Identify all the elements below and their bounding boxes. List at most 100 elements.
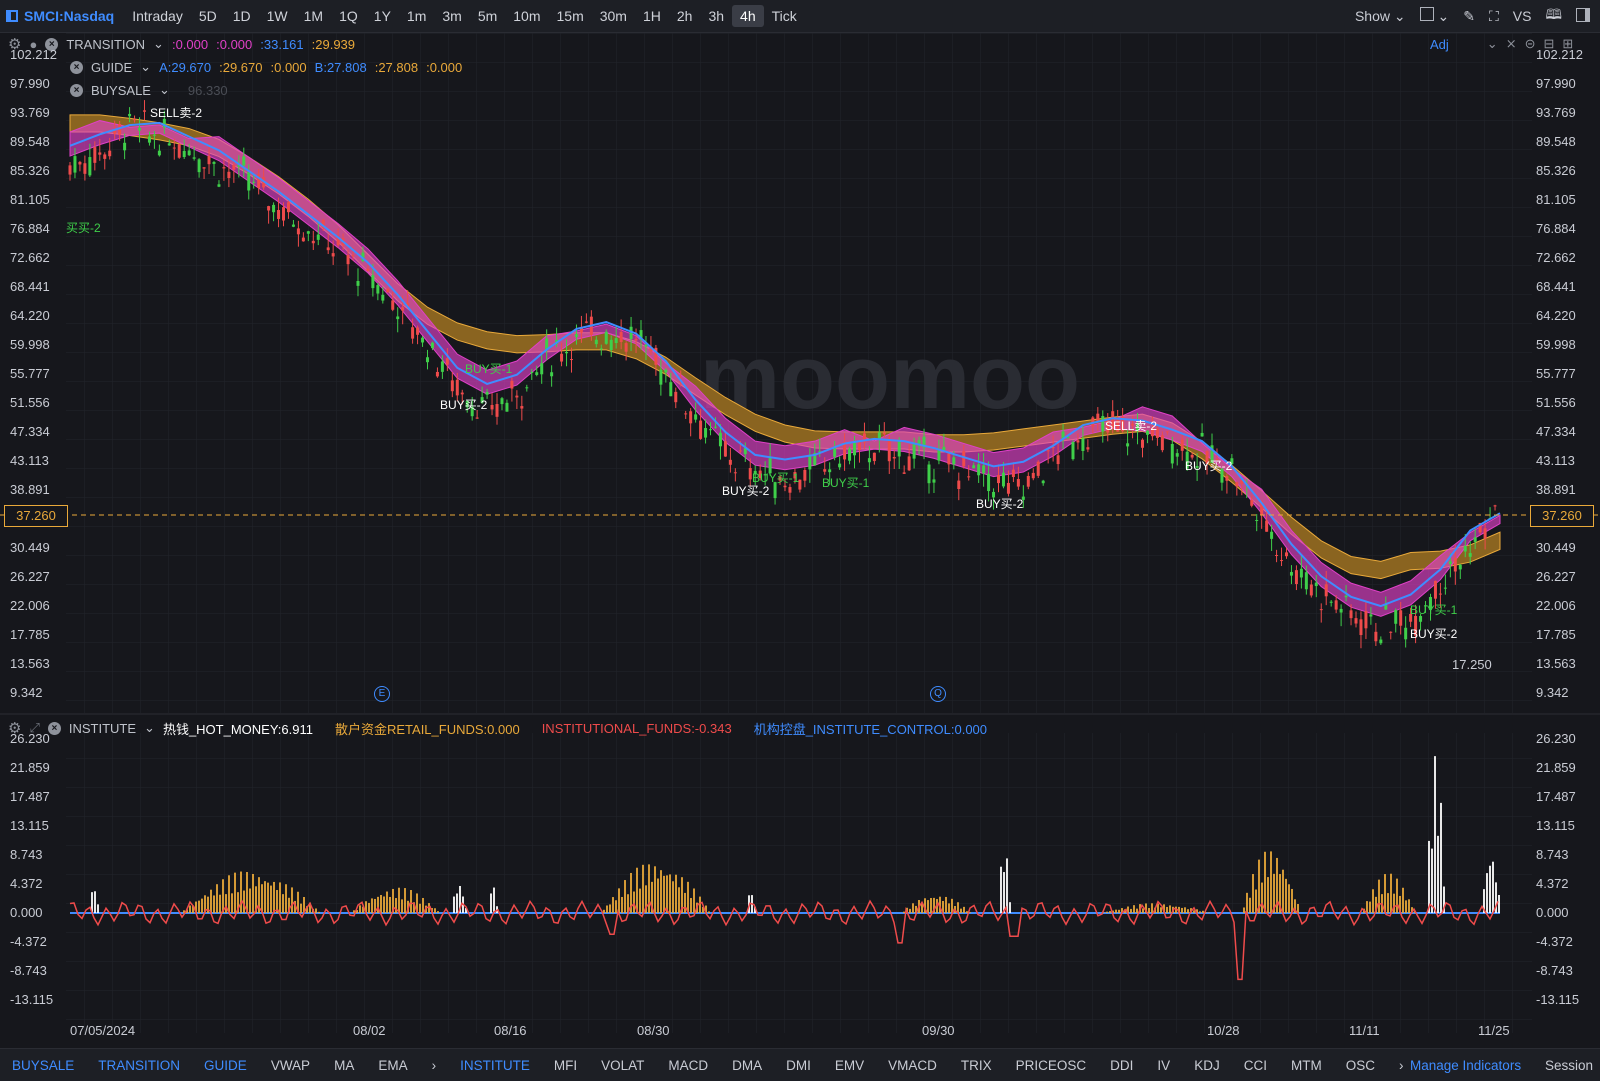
- candle-body: [584, 321, 588, 323]
- indicator-tab[interactable]: BUYSALE: [0, 1058, 86, 1073]
- minimize-icon[interactable]: ⊝: [1525, 36, 1536, 52]
- candle-body: [684, 413, 688, 415]
- fund-bar: [903, 911, 905, 913]
- candle-body: [838, 463, 842, 468]
- fund-bar: [291, 887, 293, 913]
- timeframe-tab[interactable]: 2h: [669, 5, 701, 27]
- guide-z1: :0.000: [270, 59, 307, 75]
- timeframe-tab[interactable]: 3h: [700, 5, 732, 27]
- fund-bar: [1291, 888, 1293, 913]
- indicator-tab[interactable]: VWAP: [259, 1058, 322, 1073]
- indicator-tab[interactable]: CCI: [1232, 1058, 1279, 1073]
- candle-body: [723, 441, 727, 457]
- timeframe-tab[interactable]: 1H: [635, 5, 669, 27]
- panel-icon[interactable]: [1576, 7, 1590, 25]
- chart-type-icon[interactable]: ⨯: [1506, 36, 1517, 52]
- fund-bar: [1109, 911, 1111, 913]
- sidebar-toggle-icon[interactable]: [6, 10, 18, 22]
- institute-control-value: 机构控盘_INSTITUTE_CONTROL:0.000: [753, 721, 988, 737]
- indicator-tab[interactable]: INSTITUTE: [448, 1058, 542, 1073]
- timeframe-tab[interactable]: 15m: [549, 5, 592, 27]
- adj-chevron-icon[interactable]: ⌄: [1487, 36, 1498, 52]
- indicator-tab[interactable]: TRANSITION: [86, 1058, 192, 1073]
- candle-body: [1006, 482, 1010, 494]
- chart-area[interactable]: moomoo ⚙ ● × TRANSITION ⌄ :0.000 :0.000 :…: [0, 33, 1600, 1043]
- indicator-tab[interactable]: MFI: [542, 1058, 589, 1073]
- timeframe-tab[interactable]: 1W: [259, 5, 296, 27]
- indicator-tab[interactable]: GUIDE: [192, 1058, 259, 1073]
- fund-bar: [1440, 802, 1442, 913]
- transition-name[interactable]: TRANSITION: [66, 37, 145, 52]
- compare-button[interactable]: VS: [1513, 8, 1532, 24]
- timeframe-tab[interactable]: 1D: [225, 5, 259, 27]
- timeframe-tab[interactable]: 5D: [191, 5, 225, 27]
- indicator-tab[interactable]: DDI: [1098, 1058, 1145, 1073]
- indicator-tab[interactable]: VOLAT: [589, 1058, 656, 1073]
- timeframe-tab[interactable]: 1M: [296, 5, 331, 27]
- indicator-tab[interactable]: EMA: [366, 1058, 419, 1073]
- candle-body: [1339, 608, 1343, 613]
- timeframe-tab[interactable]: 10m: [505, 5, 548, 27]
- fullscreen-icon[interactable]: ⛶: [1489, 8, 1499, 25]
- timeframe-tab[interactable]: 1Y: [366, 5, 399, 27]
- adj-dropdown[interactable]: Adj: [1430, 37, 1449, 52]
- indicator-tab[interactable]: PRICEOSC: [1004, 1058, 1099, 1073]
- indicator-tab[interactable]: TRIX: [949, 1058, 1004, 1073]
- event-marker-icon[interactable]: Q: [930, 686, 946, 702]
- indicator-tab[interactable]: KDJ: [1182, 1058, 1232, 1073]
- signal-label: SELL卖-2: [150, 106, 203, 120]
- main-chart-svg[interactable]: moomoo: [0, 33, 1600, 1043]
- price-tick-label: 64.220: [10, 308, 50, 323]
- manage-indicators-button[interactable]: Manage Indicators: [1410, 1058, 1521, 1073]
- fund-bar: [398, 887, 400, 913]
- timeframe-tab[interactable]: 3m: [434, 5, 469, 27]
- indicator-tab[interactable]: VMACD: [876, 1058, 949, 1073]
- layout-icon[interactable]: ⌄: [1419, 7, 1449, 25]
- indicator-tab[interactable]: IV: [1145, 1058, 1182, 1073]
- indicator-tick-label: 0.000: [1536, 905, 1569, 920]
- fund-bar: [261, 884, 263, 913]
- candle-body: [346, 255, 350, 265]
- buysale-name[interactable]: BUYSALE: [91, 83, 151, 98]
- candle-body: [331, 253, 335, 257]
- candle-body: [808, 454, 812, 470]
- show-dropdown[interactable]: Show ⌄: [1355, 8, 1406, 25]
- candle-body: [927, 464, 931, 484]
- indicator-tab[interactable]: MTM: [1279, 1058, 1334, 1073]
- fund-bar: [708, 911, 710, 913]
- timeframe-tab[interactable]: Intraday: [124, 5, 191, 27]
- indicator-tab[interactable]: MA: [322, 1058, 366, 1073]
- event-marker-icon[interactable]: E: [374, 686, 390, 702]
- indicator-tick-label: 26.230: [1536, 731, 1576, 746]
- draw-pen-icon[interactable]: ✎: [1463, 8, 1475, 25]
- fund-bar: [945, 896, 947, 913]
- timeframe-tab[interactable]: 30m: [592, 5, 635, 27]
- indicator-tab[interactable]: MACD: [656, 1058, 720, 1073]
- session-button[interactable]: Session: [1545, 1058, 1593, 1073]
- book-icon[interactable]: 🕮: [1545, 4, 1562, 28]
- timeframe-tab[interactable]: 5m: [470, 5, 505, 27]
- timeframe-tab[interactable]: Tick: [764, 5, 805, 27]
- signal-label: BUY买-2: [1185, 459, 1233, 473]
- symbol-selector[interactable]: SMCI:Nasdaq: [6, 8, 114, 24]
- timeframe-tab[interactable]: 4h: [732, 5, 764, 27]
- guide-name[interactable]: GUIDE: [91, 60, 132, 75]
- fund-bar: [1428, 840, 1430, 913]
- indicator-tab[interactable]: EMV: [823, 1058, 876, 1073]
- institute-name[interactable]: INSTITUTE: [69, 721, 136, 736]
- fund-bar: [1133, 905, 1135, 913]
- indicator-tick-label: -13.115: [1536, 992, 1580, 1007]
- tabs-scroll-chevron-icon[interactable]: ›: [420, 1058, 449, 1073]
- fund-bar: [1384, 874, 1386, 913]
- close-institute-icon[interactable]: ×: [47, 721, 61, 735]
- close-guide-icon[interactable]: ×: [70, 60, 83, 74]
- candle-body: [1468, 553, 1472, 557]
- indicator-tab[interactable]: DMI: [774, 1058, 823, 1073]
- timeframe-tab[interactable]: 1Q: [331, 5, 366, 27]
- candle-body: [1443, 587, 1447, 589]
- indicator-tab[interactable]: DMA: [720, 1058, 774, 1073]
- close-buysale-icon[interactable]: ×: [70, 83, 83, 97]
- indicator-tab[interactable]: OSC: [1334, 1058, 1387, 1073]
- timeframe-tab[interactable]: 1m: [399, 5, 434, 27]
- fund-bar: [1151, 903, 1153, 913]
